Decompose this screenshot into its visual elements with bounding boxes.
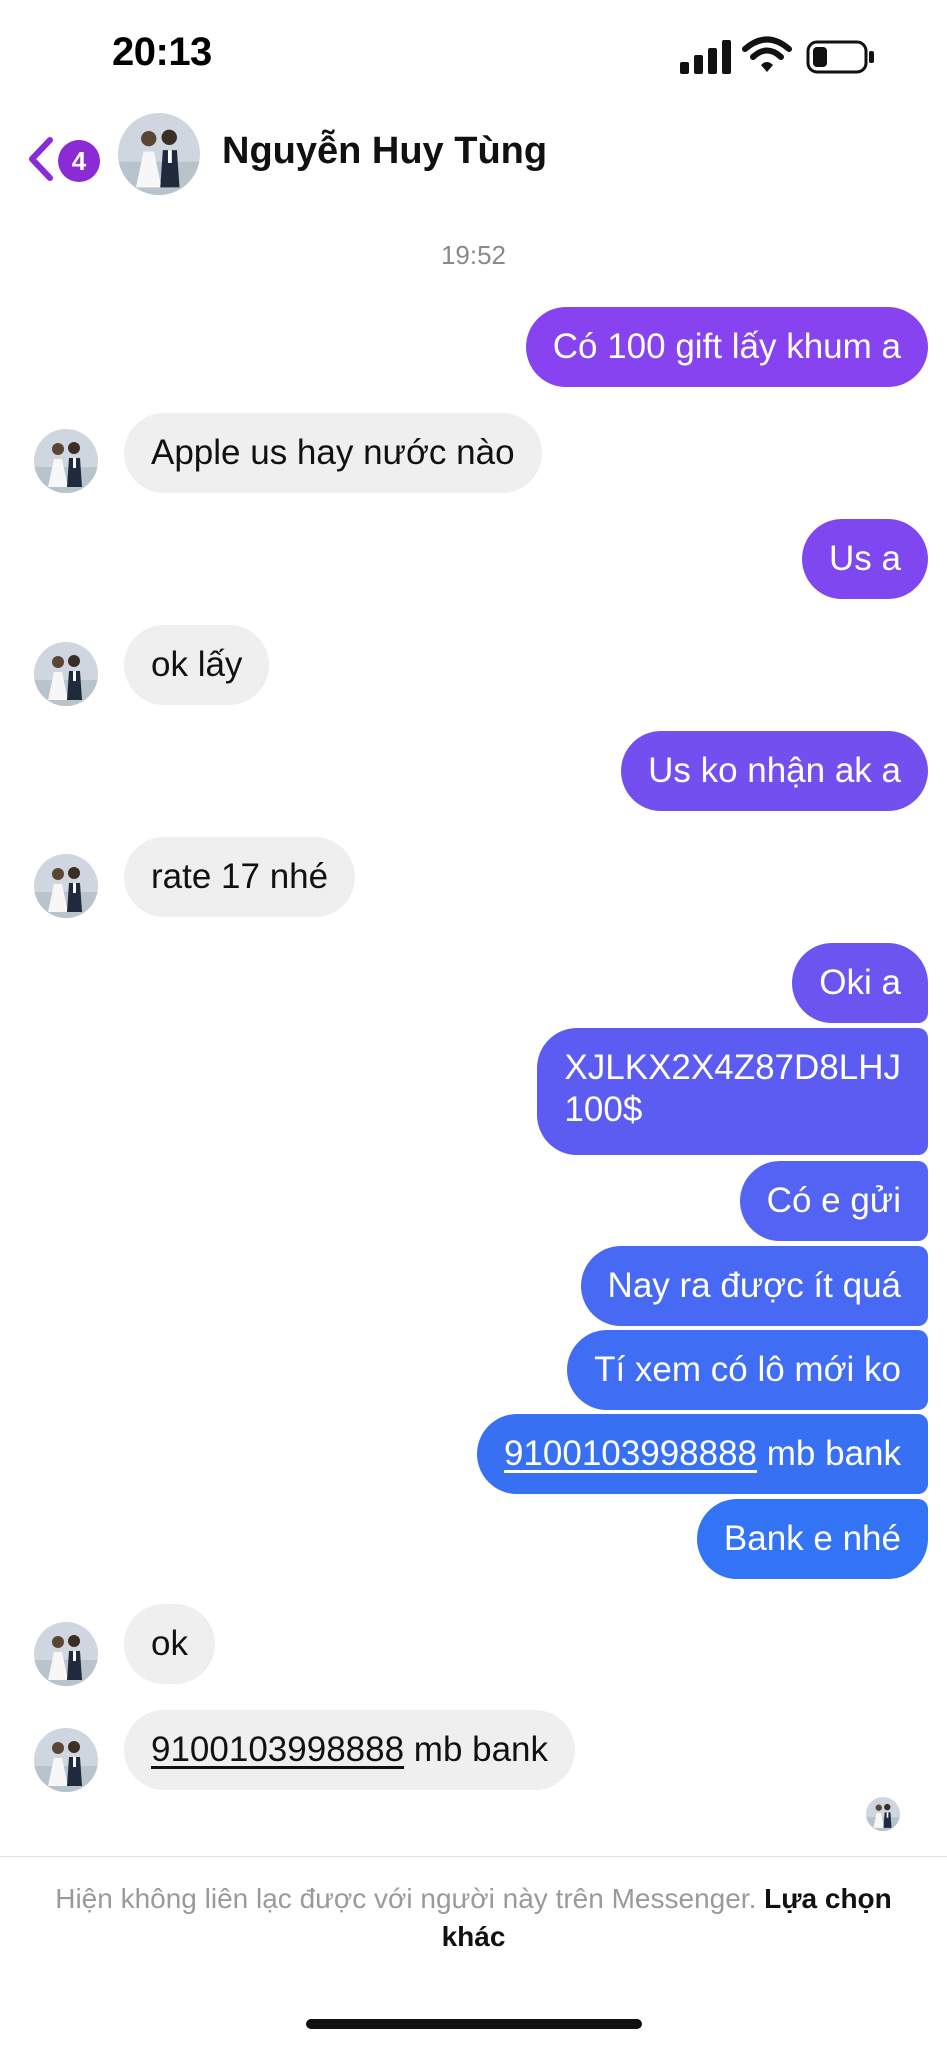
incoming-message[interactable]: 9100103998888 mb bank [124,1710,576,1790]
outgoing-message[interactable]: Nay ra được ít quá [580,1246,928,1326]
avatar[interactable] [34,1622,98,1686]
signal-icon [680,40,731,74]
account-number-link[interactable]: 9100103998888 [504,1434,757,1473]
bank-name: mb bank [757,1434,901,1473]
gift-amount: 100$ [564,1090,643,1129]
outgoing-message[interactable]: Us ko nhận ak a [621,731,928,811]
message-timestamp: 19:52 [440,240,507,270]
outgoing-message[interactable]: Tí xem có lô mới ko [567,1330,928,1410]
wifi-icon [742,36,792,72]
account-number-link[interactable]: 9100103998888 [151,1730,404,1769]
gift-code: XJLKX2X4Z87D8LHJ [564,1048,901,1087]
avatar[interactable] [34,854,98,918]
incoming-message[interactable]: ok lấy [124,625,270,705]
outgoing-message[interactable]: Có e gửi [739,1161,928,1241]
avatar[interactable] [34,429,98,493]
notice-text: Hiện không liên lạc được với người này t… [55,1883,757,1914]
avatar[interactable] [34,1728,98,1792]
status-bar: 20:13 [0,0,947,110]
unavailable-notice: Hiện không liên lạc được với người này t… [40,1880,907,1956]
incoming-message[interactable]: Apple us hay nước nào [124,413,542,493]
outgoing-message[interactable]: XJLKX2X4Z87D8LHJ 100$ [537,1028,928,1155]
seen-indicator-avatar [866,1797,900,1831]
battery-icon [806,40,874,74]
footer-divider [0,1856,947,1857]
status-time: 20:13 [112,30,212,74]
outgoing-message[interactable]: Oki a [792,943,928,1023]
incoming-message[interactable]: rate 17 nhé [124,837,356,917]
bank-name: mb bank [404,1730,549,1769]
chevron-left-icon [29,137,53,181]
incoming-message[interactable]: ok [124,1604,215,1684]
chat-header: 4 Nguyễn Huy Tùng [0,110,947,220]
outgoing-message[interactable]: Us a [802,519,928,599]
avatar[interactable] [34,642,98,706]
contact-name[interactable]: Nguyễn Huy Tùng [222,130,547,173]
outgoing-message[interactable]: Bank e nhé [696,1499,928,1579]
outgoing-message[interactable]: 9100103998888 mb bank [476,1414,928,1494]
back-button[interactable]: 4 [26,128,106,192]
avatar[interactable] [118,113,200,195]
unread-badge: 4 [58,140,100,182]
outgoing-message[interactable]: Có 100 gift lấy khum a [525,307,928,387]
home-indicator[interactable] [306,2019,642,2029]
